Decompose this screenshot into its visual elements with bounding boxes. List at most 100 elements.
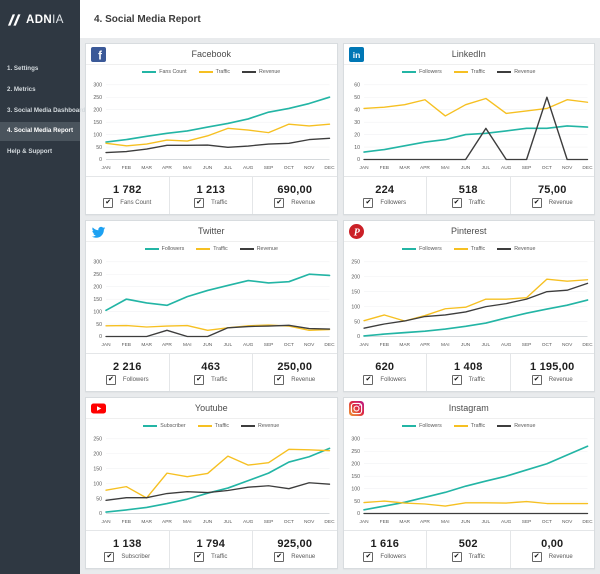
stat-label: Followers bbox=[380, 200, 406, 206]
x-tick-label: NOV bbox=[561, 342, 572, 348]
stat-checkbox[interactable]: ✔ bbox=[194, 375, 204, 385]
stat-cell-fans-count: 1 782✔ Fans Count bbox=[86, 177, 170, 214]
y-tick-label: 150 bbox=[351, 474, 360, 480]
legend-label: Revenue bbox=[514, 246, 535, 252]
y-tick-label: 50 bbox=[354, 95, 360, 101]
x-tick-label: MAR bbox=[141, 342, 152, 348]
x-tick-label: OCT bbox=[541, 165, 551, 171]
legend-swatch bbox=[198, 425, 212, 427]
x-tick-label: SEP bbox=[521, 165, 531, 171]
x-tick-label: NOV bbox=[304, 165, 315, 171]
stat-cell-revenue: 690,00✔Revenue bbox=[253, 177, 337, 214]
stat-cell-traffic: 1 408✔Traffic bbox=[427, 354, 511, 391]
x-tick-label: SEP bbox=[264, 342, 274, 348]
stat-label-row: ✔ Subscriber bbox=[104, 552, 150, 562]
stat-checkbox[interactable]: ✔ bbox=[104, 552, 114, 562]
panel-title: Youtube bbox=[195, 403, 228, 413]
stat-checkbox[interactable]: ✔ bbox=[452, 552, 462, 562]
y-tick-label: 0 bbox=[99, 511, 102, 517]
x-tick-label: OCT bbox=[284, 342, 294, 348]
panel-title: Facebook bbox=[191, 49, 231, 59]
x-tick-label: APR bbox=[162, 165, 172, 171]
stat-checkbox[interactable]: ✔ bbox=[194, 198, 204, 208]
stat-checkbox[interactable]: ✔ bbox=[194, 552, 204, 562]
stat-checkbox[interactable]: ✔ bbox=[103, 198, 113, 208]
y-tick-label: 250 bbox=[93, 272, 102, 278]
stat-checkbox[interactable]: ✔ bbox=[452, 375, 462, 385]
stat-value: 0,00 bbox=[541, 538, 563, 550]
stat-value: 1 616 bbox=[370, 538, 399, 550]
sidebar-item-settings[interactable]: 1. Settings bbox=[0, 60, 80, 79]
brand-name: ADNIA bbox=[26, 14, 64, 26]
x-tick-label: FEB bbox=[122, 165, 131, 171]
stat-cell-traffic: 518✔Traffic bbox=[427, 177, 511, 214]
stat-label-row: ✔Followers bbox=[106, 375, 149, 385]
legend-item-traffic: Traffic bbox=[198, 423, 229, 429]
stats-row: 1 782✔Fans Count1 213✔Traffic690,00✔Reve… bbox=[86, 176, 337, 214]
stat-cell-revenue: 1 195,00✔Revenue bbox=[511, 354, 595, 391]
stat-label: Subscriber bbox=[121, 554, 150, 560]
stat-label-row: ✔Revenue bbox=[274, 552, 315, 562]
x-tick-label: MAI bbox=[183, 165, 192, 171]
x-tick-label: JUN bbox=[460, 165, 470, 171]
series-line-followers bbox=[106, 274, 329, 310]
sidebar-item-help-support[interactable]: Help & Support bbox=[0, 143, 80, 162]
legend-label: Revenue bbox=[514, 69, 535, 75]
x-tick-label: FEB bbox=[379, 519, 388, 525]
sidebar-item-social-media-dashboard[interactable]: 3. Social Media Dashboard bbox=[0, 102, 80, 121]
legend-item-subscriber: Subscriber bbox=[143, 423, 185, 429]
legend-swatch bbox=[454, 71, 468, 73]
sidebar-item-social-media-report[interactable]: 4. Social Media Report bbox=[0, 122, 80, 141]
x-tick-label: JUL bbox=[481, 519, 490, 525]
youtube-icon bbox=[91, 401, 106, 416]
legend-label: Followers bbox=[162, 246, 185, 252]
x-tick-label: MAI bbox=[183, 519, 192, 525]
x-tick-label: AUG bbox=[243, 165, 254, 171]
stat-checkbox[interactable]: ✔ bbox=[274, 375, 284, 385]
stat-checkbox[interactable]: ✔ bbox=[363, 375, 373, 385]
x-tick-label: APR bbox=[162, 342, 172, 348]
stat-checkbox[interactable]: ✔ bbox=[532, 198, 542, 208]
stat-label-row: ✔ Traffic bbox=[452, 552, 485, 562]
x-tick-label: AUG bbox=[243, 519, 254, 525]
stat-value: 224 bbox=[375, 184, 394, 196]
x-tick-label: AUG bbox=[501, 342, 512, 348]
stat-checkbox[interactable]: ✔ bbox=[274, 552, 284, 562]
sidebar-item-metrics[interactable]: 2. Metrics bbox=[0, 81, 80, 100]
panel-linkedin: in LinkedIn FollowersTrafficRevenue 0102… bbox=[343, 43, 596, 215]
legend-swatch bbox=[454, 425, 468, 427]
stat-checkbox[interactable]: ✔ bbox=[532, 375, 542, 385]
legend-label: Traffic bbox=[213, 246, 227, 252]
stat-cell-followers: 224✔ Followers bbox=[344, 177, 428, 214]
stat-value: 1 782 bbox=[113, 184, 142, 196]
stat-label-row: ✔Followers bbox=[363, 552, 406, 562]
x-tick-label: MAR bbox=[399, 342, 410, 348]
legend-item-followers: Followers bbox=[145, 246, 185, 252]
panel-header: in LinkedIn bbox=[344, 44, 595, 65]
stat-label: Fans Count bbox=[120, 200, 151, 206]
stat-label: Traffic bbox=[469, 554, 485, 560]
y-tick-label: 200 bbox=[93, 108, 102, 114]
stat-checkbox[interactable]: ✔ bbox=[363, 198, 373, 208]
stat-checkbox[interactable]: ✔ bbox=[274, 198, 284, 208]
panel-header: f Facebook bbox=[86, 44, 337, 65]
instagram-icon bbox=[349, 401, 364, 416]
legend-swatch bbox=[240, 248, 254, 250]
stat-label-row: ✔Revenue bbox=[274, 198, 315, 208]
stat-checkbox[interactable]: ✔ bbox=[532, 552, 542, 562]
stat-checkbox[interactable]: ✔ bbox=[363, 552, 373, 562]
x-tick-label: JUN bbox=[203, 165, 213, 171]
stat-label-row: ✔Traffic bbox=[194, 552, 227, 562]
legend-label: Followers bbox=[419, 69, 442, 75]
stats-row: 2 216✔Followers463✔Traffic250,00✔Revenue bbox=[86, 353, 337, 391]
line-chart: 050100150200250JANFEBMARAPRMAIJUNJULAUGS… bbox=[344, 255, 595, 353]
legend-swatch bbox=[142, 71, 156, 73]
stat-cell-followers: 620✔Followers bbox=[344, 354, 428, 391]
stat-label: Revenue bbox=[549, 377, 573, 383]
stat-value: 925,00 bbox=[277, 538, 312, 550]
stat-label-row: ✔ Followers bbox=[363, 198, 406, 208]
x-tick-label: JUN bbox=[203, 342, 213, 348]
stat-checkbox[interactable]: ✔ bbox=[106, 375, 116, 385]
x-tick-label: SEP bbox=[521, 519, 531, 525]
stat-checkbox[interactable]: ✔ bbox=[452, 198, 462, 208]
